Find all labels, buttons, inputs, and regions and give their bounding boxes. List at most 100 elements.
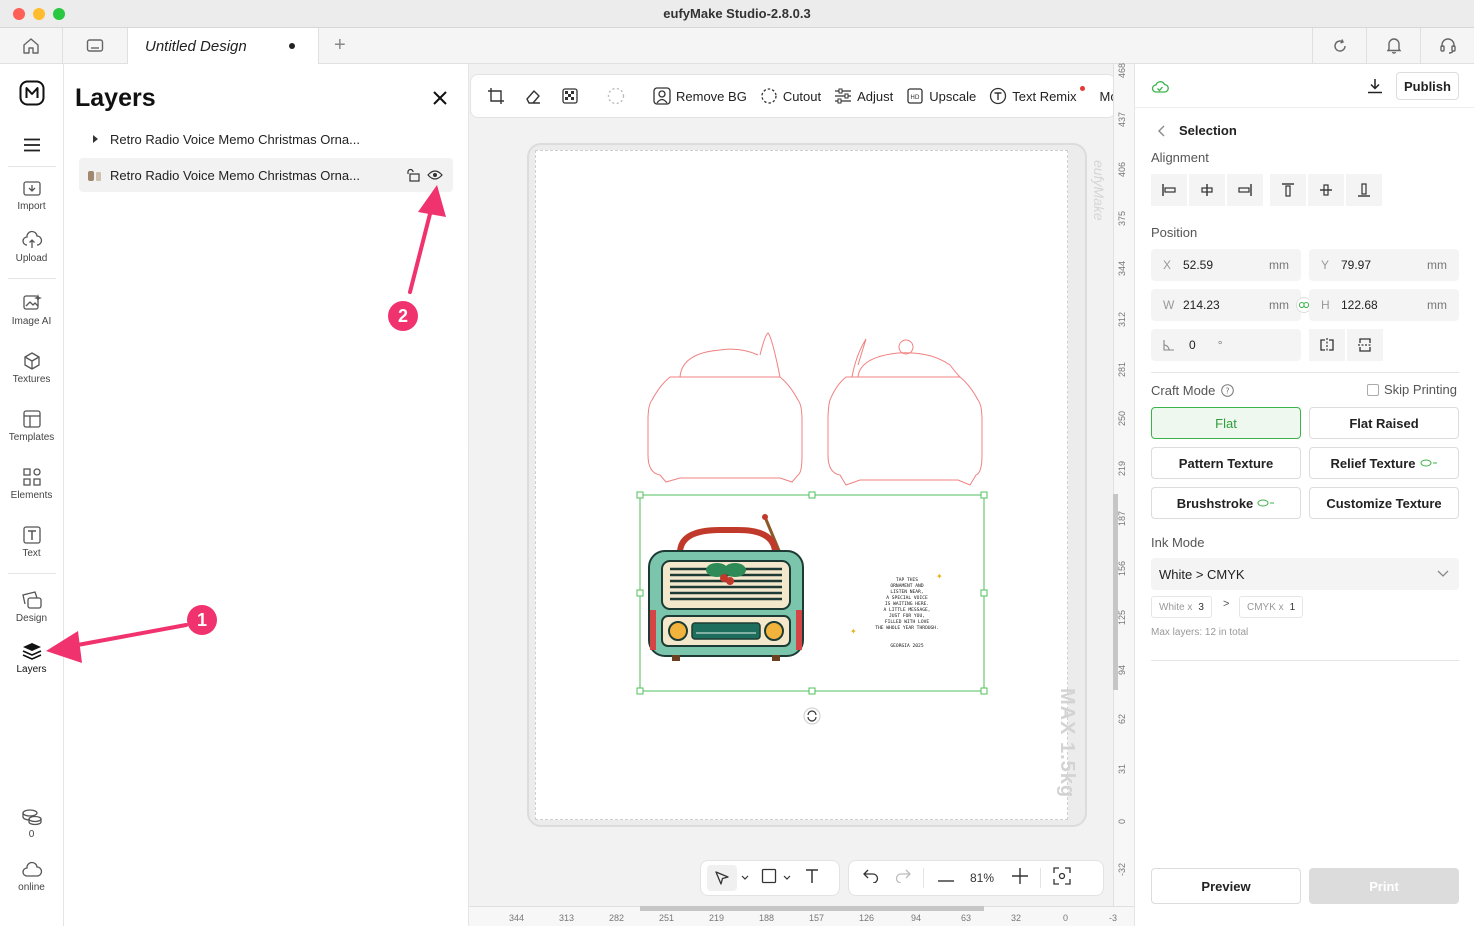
rail-item-elements[interactable]: Elements bbox=[0, 467, 63, 501]
y-field[interactable]: Y 79.97 mm bbox=[1309, 249, 1459, 281]
shape-tool-button[interactable] bbox=[761, 868, 777, 889]
undo-button[interactable] bbox=[863, 869, 879, 888]
remove-bg-button[interactable]: Remove BG bbox=[653, 87, 747, 105]
chevron-down-icon[interactable] bbox=[741, 875, 749, 881]
menu-button[interactable] bbox=[0, 138, 63, 155]
download-icon[interactable] bbox=[1367, 78, 1383, 94]
skip-printing-label: Skip Printing bbox=[1384, 382, 1457, 397]
publish-button[interactable]: Publish bbox=[1396, 72, 1459, 100]
back-arrow-icon[interactable] bbox=[1157, 125, 1165, 137]
w-unit: mm bbox=[1269, 298, 1289, 312]
add-tab-button[interactable]: + bbox=[334, 34, 346, 57]
hruler-tick: -3 bbox=[1109, 913, 1118, 923]
rotation-field[interactable]: 0 ° bbox=[1151, 329, 1301, 361]
align-middle-button[interactable] bbox=[1308, 174, 1344, 206]
redo-button[interactable] bbox=[895, 869, 911, 888]
align-bottom-button[interactable] bbox=[1346, 174, 1382, 206]
flip-horizontal-button[interactable] bbox=[1309, 329, 1345, 361]
zoom-out-button[interactable] bbox=[938, 869, 954, 887]
support-button[interactable] bbox=[1420, 28, 1474, 63]
rail-item-import[interactable]: Import bbox=[0, 178, 63, 212]
unsaved-dot bbox=[289, 43, 295, 49]
credits[interactable]: 0 bbox=[0, 808, 63, 840]
vruler-tick: 312 bbox=[1117, 311, 1127, 327]
align-right-icon bbox=[1238, 184, 1252, 196]
print-button[interactable]: Print bbox=[1309, 868, 1459, 904]
eraser-button[interactable] bbox=[524, 87, 542, 105]
w-value[interactable]: 214.23 bbox=[1183, 298, 1220, 312]
rail-item-textures[interactable]: Textures bbox=[0, 351, 63, 385]
rail-item-upload[interactable]: Upload bbox=[0, 230, 63, 264]
mode-flat-button[interactable]: Flat bbox=[1151, 407, 1301, 439]
ink-mode-select[interactable]: White > CMYK bbox=[1151, 558, 1459, 590]
text-tool-button[interactable] bbox=[805, 868, 819, 889]
cut-outline-left bbox=[647, 332, 803, 483]
mode-pattern-texture-button[interactable]: Pattern Texture bbox=[1151, 447, 1301, 479]
cutout-button[interactable]: Cutout bbox=[760, 87, 821, 105]
vruler-tick: 94 bbox=[1117, 664, 1127, 675]
eye-icon[interactable] bbox=[427, 169, 443, 181]
expand-arrow-icon[interactable] bbox=[89, 134, 105, 144]
text-remix-button[interactable]: Text Remix bbox=[989, 85, 1086, 105]
mode-customize-texture-button[interactable]: Customize Texture bbox=[1309, 487, 1459, 519]
preview-button[interactable]: Preview bbox=[1151, 868, 1301, 904]
rail-item-templates[interactable]: Templates bbox=[0, 409, 63, 443]
pointer-icon bbox=[715, 871, 729, 885]
cmyk-chip-label: CMYK x bbox=[1247, 601, 1284, 613]
help-icon[interactable]: ? bbox=[1221, 384, 1235, 397]
rail-item-design[interactable]: Design bbox=[0, 590, 63, 624]
close-icon[interactable] bbox=[430, 88, 450, 108]
upscale-button[interactable]: HD Upscale bbox=[906, 87, 976, 105]
plus-icon bbox=[1012, 867, 1029, 884]
cmyk-layers-chip: CMYK x 1 bbox=[1239, 596, 1304, 618]
crop-button[interactable] bbox=[487, 87, 505, 105]
align-left-icon bbox=[1162, 184, 1176, 196]
checker-icon bbox=[562, 88, 578, 104]
y-value[interactable]: 79.97 bbox=[1341, 258, 1371, 272]
skip-printing-checkbox[interactable] bbox=[1367, 383, 1379, 396]
h-field[interactable]: H 122.68 mm bbox=[1309, 289, 1459, 321]
rail-item-text[interactable]: Text bbox=[0, 525, 63, 559]
link-icon bbox=[1299, 302, 1309, 308]
design-artwork[interactable]: TAP THIS ORNAMENT AND LISTEN NEAR, A SPE… bbox=[620, 325, 1000, 735]
align-center-h-button[interactable] bbox=[1189, 174, 1225, 206]
notifications-button[interactable] bbox=[1366, 28, 1420, 63]
zoom-in-button[interactable] bbox=[1012, 867, 1029, 889]
transparency-button[interactable] bbox=[561, 87, 579, 105]
skip-printing-toggle[interactable]: Skip Printing bbox=[1367, 382, 1457, 397]
vruler-tick: 125 bbox=[1117, 609, 1127, 625]
upscale-label: Upscale bbox=[929, 88, 977, 104]
tab-untitled-design[interactable]: Untitled Design bbox=[128, 28, 319, 64]
align-top-button[interactable] bbox=[1270, 174, 1306, 206]
h-value[interactable]: 122.68 bbox=[1341, 298, 1378, 312]
zoom-level[interactable]: 81% bbox=[970, 871, 994, 885]
layer-row-selected[interactable]: Retro Radio Voice Memo Christmas Orna... bbox=[79, 158, 453, 192]
align-middle-icon bbox=[1320, 184, 1332, 196]
credits-value: 0 bbox=[28, 829, 35, 840]
tab-label: Untitled Design bbox=[145, 37, 247, 55]
layer-group-row[interactable]: Retro Radio Voice Memo Christmas Orna... bbox=[79, 122, 453, 156]
device-button[interactable] bbox=[63, 28, 128, 63]
w-field[interactable]: W 214.23 mm bbox=[1151, 289, 1301, 321]
mode-brushstroke-button[interactable]: Brushstroke bbox=[1151, 487, 1301, 519]
mode-relief-texture-button[interactable]: Relief Texture bbox=[1309, 447, 1459, 479]
x-field[interactable]: X 52.59 mm bbox=[1151, 249, 1301, 281]
fit-screen-button[interactable] bbox=[1053, 866, 1071, 890]
lock-icon[interactable] bbox=[406, 168, 422, 182]
align-left-button[interactable] bbox=[1151, 174, 1187, 206]
header-divider bbox=[1135, 107, 1474, 108]
mode-flat-raised-button[interactable]: Flat Raised bbox=[1309, 407, 1459, 439]
select-tool-button[interactable] bbox=[707, 865, 737, 891]
hruler-tick: 157 bbox=[809, 913, 825, 923]
rail-item-layers[interactable]: Layers bbox=[0, 641, 63, 675]
chevron-down-icon[interactable] bbox=[783, 875, 791, 881]
align-right-button[interactable] bbox=[1227, 174, 1263, 206]
ai-spark-icon bbox=[1420, 459, 1437, 467]
rotation-value[interactable]: 0 bbox=[1189, 338, 1196, 352]
flip-vertical-button[interactable] bbox=[1347, 329, 1383, 361]
x-value[interactable]: 52.59 bbox=[1183, 258, 1213, 272]
rail-item-image-ai[interactable]: Image AI bbox=[0, 293, 63, 327]
home-button[interactable] bbox=[0, 28, 63, 63]
refresh-button[interactable] bbox=[1312, 28, 1366, 63]
adjust-button[interactable]: Adjust bbox=[834, 87, 893, 105]
